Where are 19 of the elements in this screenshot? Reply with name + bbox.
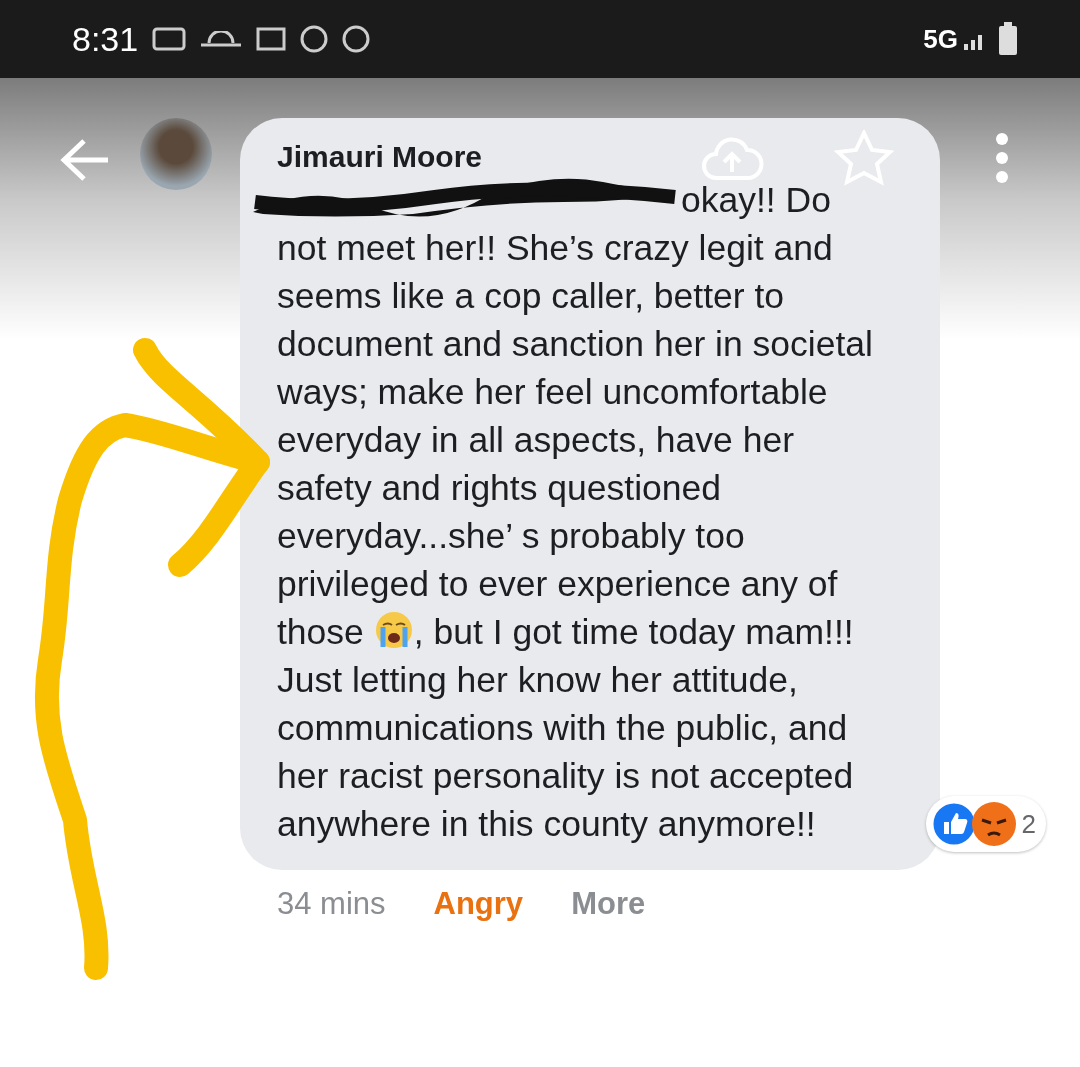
reaction-badge[interactable]: 2 (925, 796, 1046, 852)
circle-icon (300, 25, 329, 53)
footer-link[interactable]: More (571, 886, 646, 922)
circle-icon (342, 25, 371, 53)
more-icon[interactable] (994, 132, 1010, 184)
footer-link[interactable]: Angry (433, 886, 524, 922)
status-time: 8:31 (72, 19, 139, 59)
comment-text: not meet her!! She’s crazy legit and seems like a cop caller, better to document and sanction her in societal ways; make her feel uncomfortable everyday in all aspects, have her safety and rights questioned everyday...she’ s probably too privileged to ever experience any of those , but I got time today mam!!! Just letting her know her attitude, communications with the public, and her racist personality is not accepted anywhere in this county anymore!! (277, 227, 874, 846)
image-icon (256, 27, 287, 51)
angry-face-icon (969, 800, 1018, 848)
author-name[interactable]: Jimauri Moore (277, 140, 910, 174)
comment-time: 34 mins (277, 886, 386, 922)
comment-text: okay!! Do (681, 179, 831, 221)
crying-face-icon (373, 610, 414, 650)
battery-icon (998, 22, 1018, 56)
back-icon[interactable] (60, 138, 110, 182)
network-type: 5G (923, 23, 958, 55)
weather-icon (200, 31, 243, 47)
mail-icon (152, 27, 187, 51)
